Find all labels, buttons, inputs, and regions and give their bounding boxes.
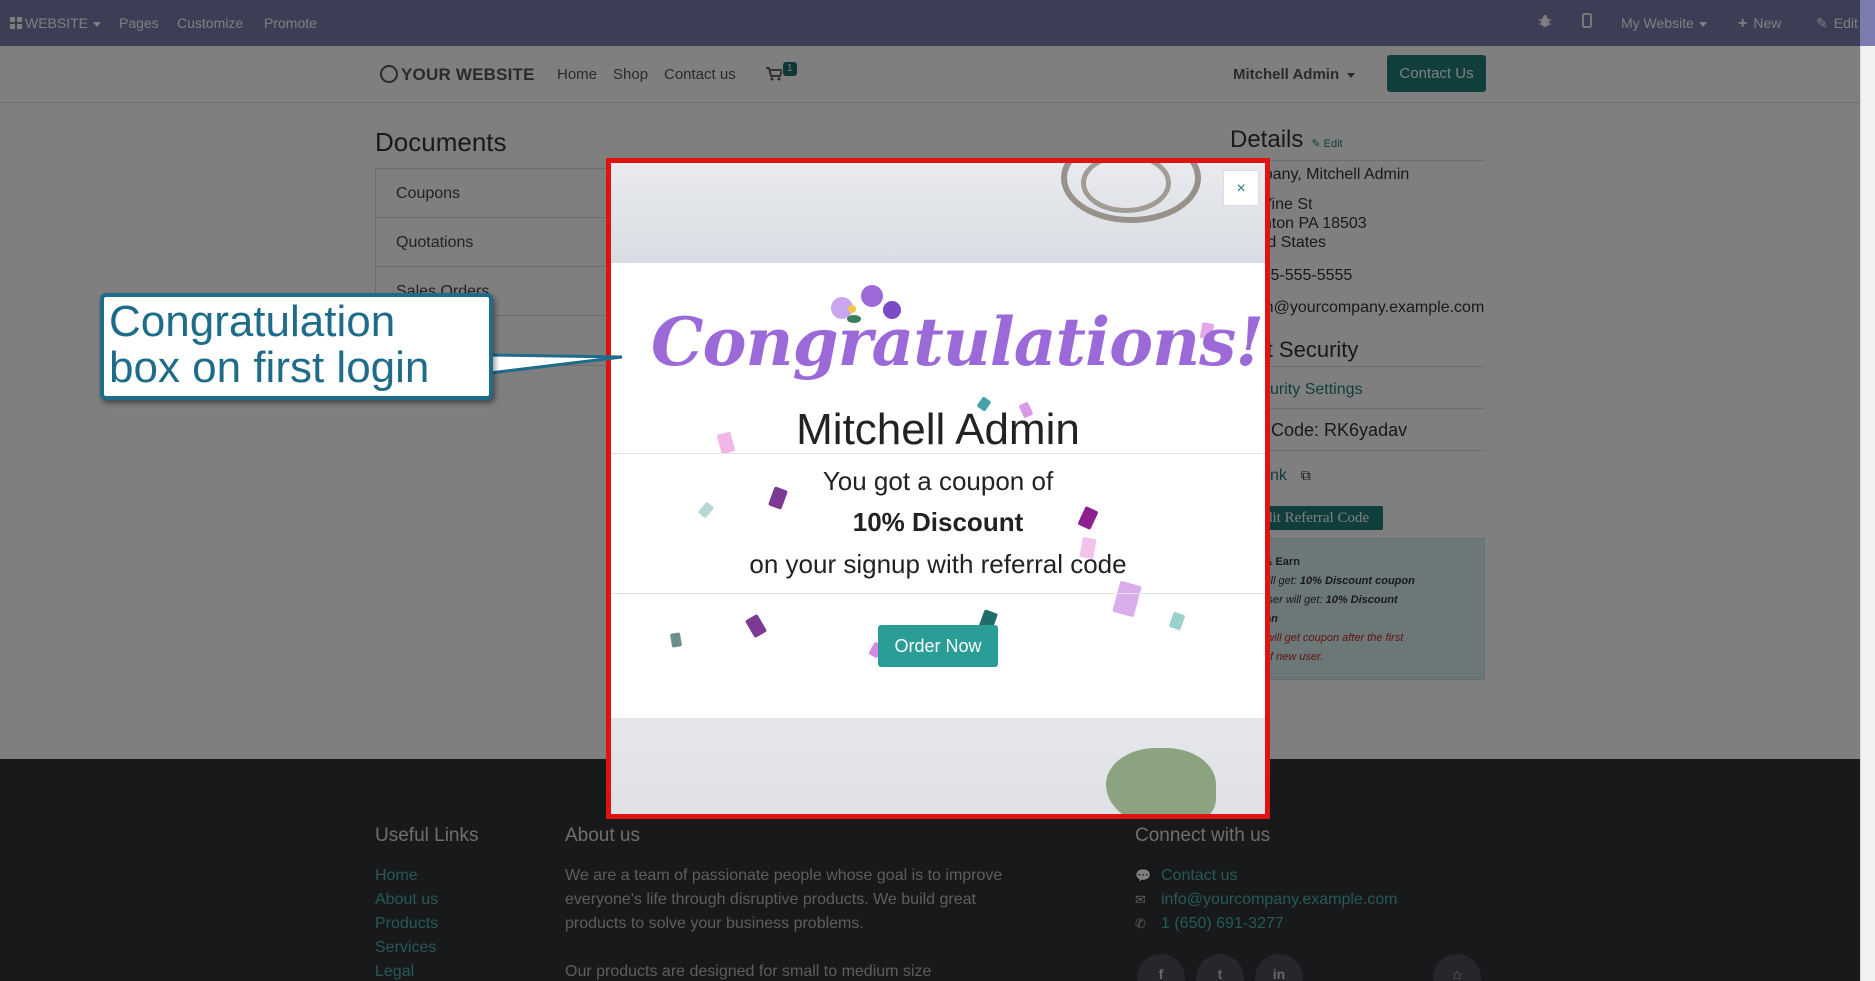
- leaf-decoration: [1106, 748, 1216, 814]
- divider: [611, 453, 1265, 454]
- coupon-line-1: You got a coupon of: [822, 466, 1054, 496]
- order-now-button[interactable]: Order Now: [878, 625, 998, 667]
- congratulations-modal: Congratulations! Mitchell Admin You got …: [606, 158, 1270, 819]
- scrollbar[interactable]: [1860, 46, 1875, 981]
- annotation-callout: Congratulation box on first login: [100, 293, 493, 400]
- callout-line-2: box on first login: [109, 343, 430, 392]
- congratulations-heading: Congratulations!: [651, 303, 1264, 381]
- close-icon[interactable]: ×: [1223, 170, 1259, 206]
- confetti-piece: [669, 632, 683, 648]
- callout-pointer: [488, 353, 623, 375]
- annotation-callout-text: Congratulation box on first login: [109, 299, 429, 391]
- coupon-line-3: on your signup with referral code: [749, 549, 1127, 579]
- modal-content: Congratulations! Mitchell Admin You got …: [611, 263, 1265, 718]
- divider: [611, 593, 1265, 594]
- coupon-discount: 10% Discount: [852, 507, 1024, 537]
- modal-background-top: [611, 163, 1265, 263]
- modal-user-name: Mitchell Admin: [796, 405, 1080, 454]
- modal-background-bottom: [611, 718, 1265, 814]
- confetti-piece: [1112, 580, 1142, 618]
- callout-line-1: Congratulation: [109, 297, 396, 346]
- confetti-piece: [744, 613, 768, 639]
- confetti-piece: [1168, 611, 1186, 631]
